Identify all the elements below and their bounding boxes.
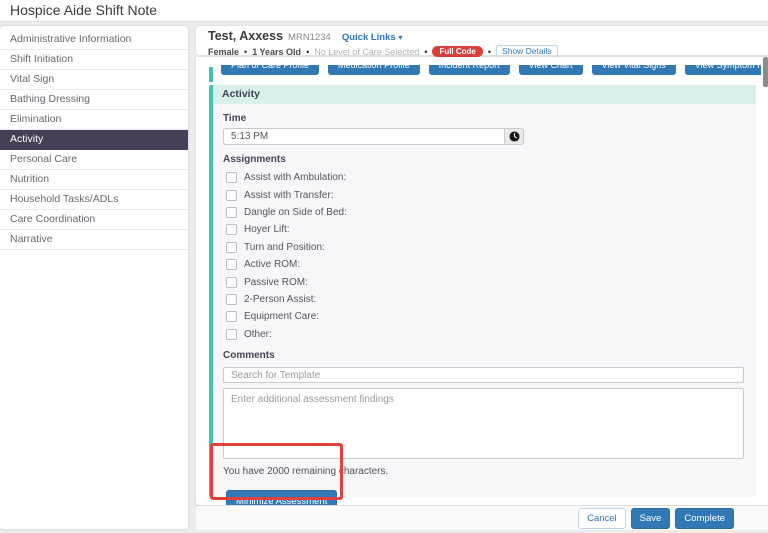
- separator-dot: •: [244, 47, 247, 57]
- checkbox-label: Turn and Position:: [244, 242, 325, 253]
- checkbox-label: Assist with Transfer:: [244, 190, 333, 201]
- sidebar-item-label: Household Tasks/ADLs: [10, 193, 118, 205]
- sidebar-item-label: Vital Sign: [10, 73, 54, 85]
- sidebar-item[interactable]: Personal Care: [0, 150, 188, 170]
- checkbox-unchecked[interactable]: [226, 294, 237, 305]
- checkbox-label: Passive ROM:: [244, 277, 308, 288]
- checkbox-label: Other:: [244, 329, 272, 340]
- minimize-assessment-button[interactable]: Minimize Assessment: [226, 490, 337, 505]
- sidebar-item[interactable]: Narrative: [0, 230, 188, 250]
- time-input-group: [223, 128, 524, 145]
- assignments-checkbox-list: Assist with Ambulation: Assist with Tran…: [223, 169, 744, 343]
- assignments-label: Assignments: [223, 154, 744, 165]
- patient-name: Test, Axxess: [208, 29, 283, 43]
- assignment-row[interactable]: Dangle on Side of Bed:: [223, 204, 744, 221]
- sidebar-item[interactable]: Vital Sign: [0, 70, 188, 90]
- checkbox-label: Equipment Care:: [244, 311, 319, 322]
- complete-button[interactable]: Complete: [675, 508, 734, 529]
- separator-dot: •: [306, 47, 309, 57]
- sidebar-item-label: Care Coordination: [10, 213, 95, 225]
- checkbox-label: Hoyer Lift:: [244, 224, 290, 235]
- checkbox-unchecked[interactable]: [226, 172, 237, 183]
- checkbox-unchecked[interactable]: [226, 190, 237, 201]
- assignment-row[interactable]: Assist with Transfer:: [223, 186, 744, 203]
- patient-sex: Female: [208, 47, 239, 57]
- section-nav-sidebar: Administrative Information Shift Initiat…: [0, 26, 188, 529]
- assignment-row[interactable]: Turn and Position:: [223, 239, 744, 256]
- sidebar-item[interactable]: Administrative Information: [0, 30, 188, 50]
- vertical-scrollbar-thumb[interactable]: [763, 57, 768, 87]
- assignment-row[interactable]: 2-Person Assist:: [223, 291, 744, 308]
- sidebar-item[interactable]: Household Tasks/ADLs: [0, 190, 188, 210]
- toolbar-button[interactable]: Incident Report: [429, 65, 510, 75]
- code-status-badge: Full Code: [432, 46, 482, 57]
- sidebar-item[interactable]: Nutrition: [0, 170, 188, 190]
- activity-section: Activity Time Assignments Assist with Am…: [209, 85, 756, 497]
- comments-label: Comments: [223, 350, 744, 361]
- patient-header: Test, Axxess MRN1234 Quick Links ▾ Femal…: [196, 26, 768, 55]
- level-of-care: No Level of Care Selected: [314, 47, 419, 57]
- quick-links-dropdown[interactable]: Quick Links ▾: [342, 32, 403, 43]
- previous-section-accent-stripe: [209, 67, 213, 82]
- time-picker-button[interactable]: [504, 128, 524, 145]
- assignment-row[interactable]: Active ROM:: [223, 256, 744, 273]
- remaining-characters-text: You have 2000 remaining characters.: [223, 466, 744, 477]
- template-search-input[interactable]: [223, 367, 744, 383]
- checkbox-label: Dangle on Side of Bed:: [244, 207, 347, 218]
- toolbar-button[interactable]: View Chart: [519, 65, 583, 75]
- checkbox-unchecked[interactable]: [226, 242, 237, 253]
- sidebar-item-label: Activity: [10, 133, 43, 145]
- sidebar-item[interactable]: Care Coordination: [0, 210, 188, 230]
- assignment-row[interactable]: Passive ROM:: [223, 273, 744, 290]
- cancel-button[interactable]: Cancel: [578, 508, 626, 529]
- activity-section-header: Activity: [213, 85, 756, 104]
- separator-dot: •: [488, 47, 491, 57]
- checkbox-unchecked[interactable]: [226, 224, 237, 235]
- toolbar-button[interactable]: Plan of Care Profile: [221, 65, 319, 75]
- form-content-card: Plan of Care Profile Medication Profile In…: [196, 57, 768, 505]
- sidebar-item-label: Narrative: [10, 233, 53, 245]
- assignment-row[interactable]: Equipment Care:: [223, 308, 744, 325]
- sidebar-item-label: Bathing Dressing: [10, 93, 90, 105]
- save-button[interactable]: Save: [631, 508, 671, 529]
- sidebar-item-label: Elimination: [10, 113, 61, 125]
- sidebar-item[interactable]: Bathing Dressing: [0, 90, 188, 110]
- checkbox-label: 2-Person Assist:: [244, 294, 316, 305]
- separator-dot: •: [424, 47, 427, 57]
- assignment-row[interactable]: Other:: [223, 326, 744, 343]
- toolbar-button[interactable]: Medication Profile: [328, 65, 420, 75]
- checkbox-unchecked[interactable]: [226, 311, 237, 322]
- sidebar-item-label: Personal Care: [10, 153, 77, 165]
- clock-icon: [509, 131, 520, 142]
- checkbox-label: Assist with Ambulation:: [244, 172, 346, 183]
- time-label: Time: [223, 113, 744, 124]
- toolbar-button[interactable]: View Symptom Ratings: [685, 65, 761, 75]
- chevron-down-icon: ▾: [398, 33, 402, 42]
- sidebar-item-label: Administrative Information: [10, 33, 131, 45]
- sidebar-item[interactable]: Shift Initiation: [0, 50, 188, 70]
- checkbox-unchecked[interactable]: [226, 329, 237, 340]
- checkbox-unchecked[interactable]: [226, 259, 237, 270]
- toolbar-button[interactable]: View Vital Signs: [592, 65, 676, 75]
- page-title: Hospice Aide Shift Note: [0, 0, 768, 21]
- form-scroll-area[interactable]: Plan of Care Profile Medication Profile In…: [196, 65, 761, 505]
- form-footer: Cancel Save Complete: [196, 505, 768, 530]
- checkbox-unchecked[interactable]: [226, 207, 237, 218]
- checkbox-unchecked[interactable]: [226, 277, 237, 288]
- sidebar-item[interactable]: Elimination: [0, 110, 188, 130]
- app-header: Hospice Aide Shift Note: [0, 0, 768, 22]
- patient-mrn: MRN1234: [288, 32, 331, 43]
- chart-toolbar: Plan of Care Profile Medication Profile In…: [221, 65, 761, 75]
- patient-age: 1 Years Old: [252, 47, 301, 57]
- sidebar-item-label: Shift Initiation: [10, 53, 73, 65]
- assignment-row[interactable]: Hoyer Lift:: [223, 221, 744, 238]
- sidebar-item[interactable]: Activity: [0, 130, 188, 150]
- checkbox-label: Active ROM:: [244, 259, 300, 270]
- sidebar-item-label: Nutrition: [10, 173, 49, 185]
- assignment-row[interactable]: Assist with Ambulation:: [223, 169, 744, 186]
- time-input[interactable]: [223, 128, 504, 145]
- comments-textarea[interactable]: [223, 388, 744, 459]
